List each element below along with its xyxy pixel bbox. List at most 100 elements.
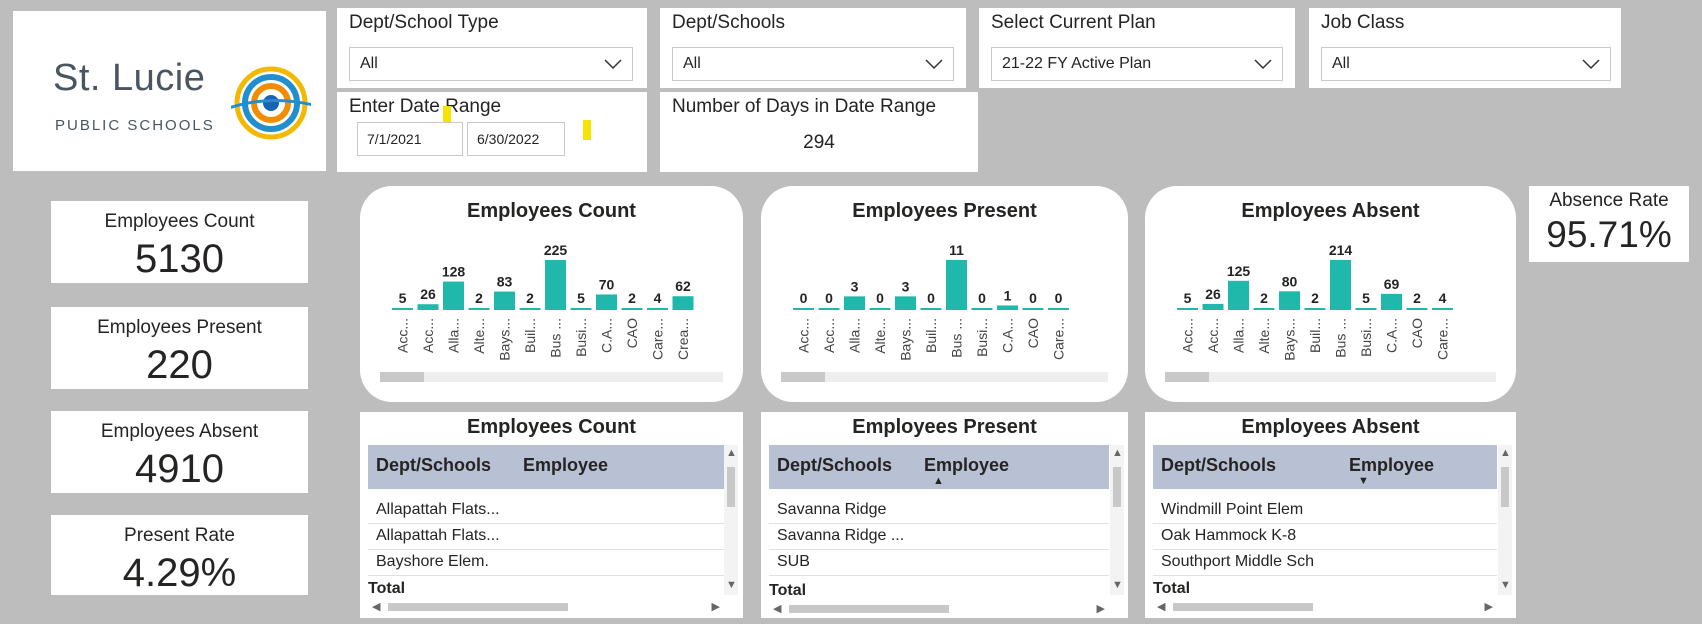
table-row[interactable]: Savanna Ridge ... bbox=[769, 524, 1109, 550]
start-date-input[interactable]: 7/1/2021 bbox=[357, 122, 463, 156]
plan-dropdown[interactable]: 21-22 FY Active Plan bbox=[991, 47, 1283, 81]
column-header-employee[interactable]: Employee bbox=[1349, 455, 1434, 476]
scroll-thumb[interactable] bbox=[727, 467, 735, 507]
scroll-left-icon[interactable]: ◀ bbox=[1157, 600, 1165, 613]
column-header-employee[interactable]: Employee bbox=[523, 455, 608, 476]
scroll-thumb[interactable] bbox=[789, 605, 949, 613]
scroll-down-icon[interactable]: ▼ bbox=[1500, 579, 1511, 591]
job-class-dropdown[interactable]: All bbox=[1321, 47, 1611, 81]
table-row[interactable]: Southport Middle Sch bbox=[1153, 550, 1497, 576]
vertical-scrollbar[interactable]: ▲ ▼ bbox=[724, 445, 738, 595]
vertical-scrollbar[interactable]: ▲ ▼ bbox=[1110, 445, 1124, 595]
bar[interactable] bbox=[946, 260, 967, 310]
scroll-right-icon[interactable]: ▶ bbox=[712, 600, 720, 613]
bar[interactable] bbox=[793, 308, 814, 310]
table-employees-present[interactable]: Employees Present Dept/Schools Employee … bbox=[761, 412, 1128, 618]
table-employees-absent[interactable]: Employees Absent Dept/Schools Employee ▼… bbox=[1145, 412, 1516, 618]
bar[interactable] bbox=[647, 308, 668, 310]
bar[interactable] bbox=[494, 291, 515, 310]
bar[interactable] bbox=[1022, 308, 1044, 310]
bar[interactable] bbox=[920, 308, 942, 310]
bar-chart[interactable]: 5 Acc... 26 Acc... 128 Alla... 2 Alte... 83 Bays.… bbox=[360, 186, 743, 402]
scroll-down-icon[interactable]: ▼ bbox=[1112, 579, 1123, 591]
bar[interactable] bbox=[1177, 308, 1198, 310]
scroll-thumb[interactable] bbox=[1113, 467, 1121, 507]
bar[interactable] bbox=[417, 304, 439, 310]
horizontal-scrollbar[interactable]: ◀ ▶ bbox=[1153, 600, 1497, 614]
scroll-up-icon[interactable]: ▲ bbox=[1500, 447, 1511, 459]
chart-employees-count[interactable]: Employees Count 5 Acc... 26 Acc... 128 Alla..… bbox=[360, 186, 743, 402]
horizontal-scrollbar[interactable]: ◀ ▶ bbox=[769, 602, 1109, 616]
bar[interactable] bbox=[392, 308, 413, 310]
scroll-up-icon[interactable]: ▲ bbox=[726, 447, 737, 459]
scroll-thumb[interactable] bbox=[781, 372, 825, 382]
chart-scrollbar[interactable] bbox=[1165, 372, 1496, 382]
chart-employees-absent[interactable]: Employees Absent 5 Acc... 26 Acc... 125 Alla.… bbox=[1145, 186, 1516, 402]
horizontal-scrollbar[interactable]: ◀ ▶ bbox=[368, 600, 724, 614]
kpi-label: Present Rate bbox=[124, 525, 235, 546]
date-slider-handle[interactable] bbox=[443, 106, 451, 122]
chart-scrollbar[interactable] bbox=[380, 372, 723, 382]
table-row[interactable]: Savanna Ridge bbox=[769, 498, 1109, 524]
bar[interactable] bbox=[1279, 291, 1300, 310]
table-row[interactable]: Windmill Point Elem bbox=[1153, 498, 1497, 524]
bar[interactable] bbox=[519, 308, 541, 310]
chart-scrollbar[interactable] bbox=[781, 372, 1108, 382]
scroll-thumb[interactable] bbox=[1165, 372, 1209, 382]
sort-ascending-icon[interactable]: ▲ bbox=[933, 475, 944, 487]
bar[interactable] bbox=[818, 308, 840, 310]
scroll-right-icon[interactable]: ▶ bbox=[1485, 600, 1493, 613]
bar[interactable] bbox=[596, 294, 617, 310]
scroll-left-icon[interactable]: ◀ bbox=[372, 600, 380, 613]
bar[interactable] bbox=[1406, 308, 1428, 310]
table-row[interactable]: SUB bbox=[769, 550, 1109, 576]
bar[interactable] bbox=[997, 305, 1018, 310]
scroll-down-icon[interactable]: ▼ bbox=[726, 579, 737, 591]
dept-type-dropdown[interactable]: All bbox=[349, 47, 633, 81]
bar[interactable] bbox=[869, 308, 891, 310]
bar[interactable] bbox=[895, 296, 916, 310]
chart-employees-present[interactable]: Employees Present 0 Acc... 0 Acc... 3 Alla...… bbox=[761, 186, 1128, 402]
bar[interactable] bbox=[844, 296, 865, 310]
bar[interactable] bbox=[1048, 308, 1069, 310]
bar[interactable] bbox=[1330, 260, 1351, 310]
bar[interactable] bbox=[971, 308, 993, 310]
bar[interactable] bbox=[1381, 293, 1402, 310]
scroll-thumb[interactable] bbox=[1173, 603, 1313, 611]
scroll-thumb[interactable] bbox=[1501, 467, 1509, 507]
bar[interactable] bbox=[1355, 308, 1377, 310]
column-header-dept[interactable]: Dept/Schools bbox=[777, 455, 892, 476]
bar[interactable] bbox=[1304, 308, 1326, 310]
dept-schools-dropdown[interactable]: All bbox=[672, 47, 954, 81]
scroll-right-icon[interactable]: ▶ bbox=[1097, 602, 1105, 615]
bar[interactable] bbox=[443, 281, 464, 310]
table-employees-count[interactable]: Employees Count Dept/Schools Employee Al… bbox=[360, 412, 743, 618]
table-row[interactable]: Allapattah Flats... bbox=[368, 498, 724, 524]
table-row[interactable]: Allapattah Flats... bbox=[368, 524, 724, 550]
vertical-scrollbar[interactable]: ▲ ▼ bbox=[1498, 445, 1512, 595]
scroll-thumb[interactable] bbox=[388, 603, 568, 611]
scroll-thumb[interactable] bbox=[380, 372, 424, 382]
bar-chart[interactable]: 5 Acc... 26 Acc... 125 Alla... 2 Alte... 80 Bays.… bbox=[1145, 186, 1516, 402]
bar-chart[interactable]: 0Acc...0Acc...3Alla...0Alte...3Bays...0B… bbox=[761, 186, 1128, 402]
bar[interactable] bbox=[1253, 308, 1275, 310]
sort-descending-icon[interactable]: ▼ bbox=[1358, 475, 1369, 487]
scroll-up-icon[interactable]: ▲ bbox=[1112, 447, 1123, 459]
table-row[interactable]: Bayshore Elem. bbox=[368, 550, 724, 576]
end-date-input[interactable]: 6/30/2022 bbox=[467, 122, 565, 156]
bar[interactable] bbox=[468, 308, 490, 310]
table-row[interactable]: Oak Hammock K-8 bbox=[1153, 524, 1497, 550]
scroll-left-icon[interactable]: ◀ bbox=[773, 602, 781, 615]
bar[interactable] bbox=[570, 308, 592, 310]
bar[interactable] bbox=[1202, 303, 1224, 310]
bar[interactable] bbox=[545, 260, 566, 310]
column-header-dept[interactable]: Dept/Schools bbox=[1161, 455, 1276, 476]
bar[interactable] bbox=[621, 308, 643, 310]
date-slider-handle[interactable] bbox=[583, 120, 591, 140]
bar[interactable] bbox=[1432, 308, 1453, 310]
data-label: 5 bbox=[1184, 290, 1192, 306]
bar[interactable] bbox=[672, 296, 694, 310]
column-header-dept[interactable]: Dept/Schools bbox=[376, 455, 491, 476]
column-header-employee[interactable]: Employee bbox=[924, 455, 1009, 476]
bar[interactable] bbox=[1228, 280, 1249, 310]
